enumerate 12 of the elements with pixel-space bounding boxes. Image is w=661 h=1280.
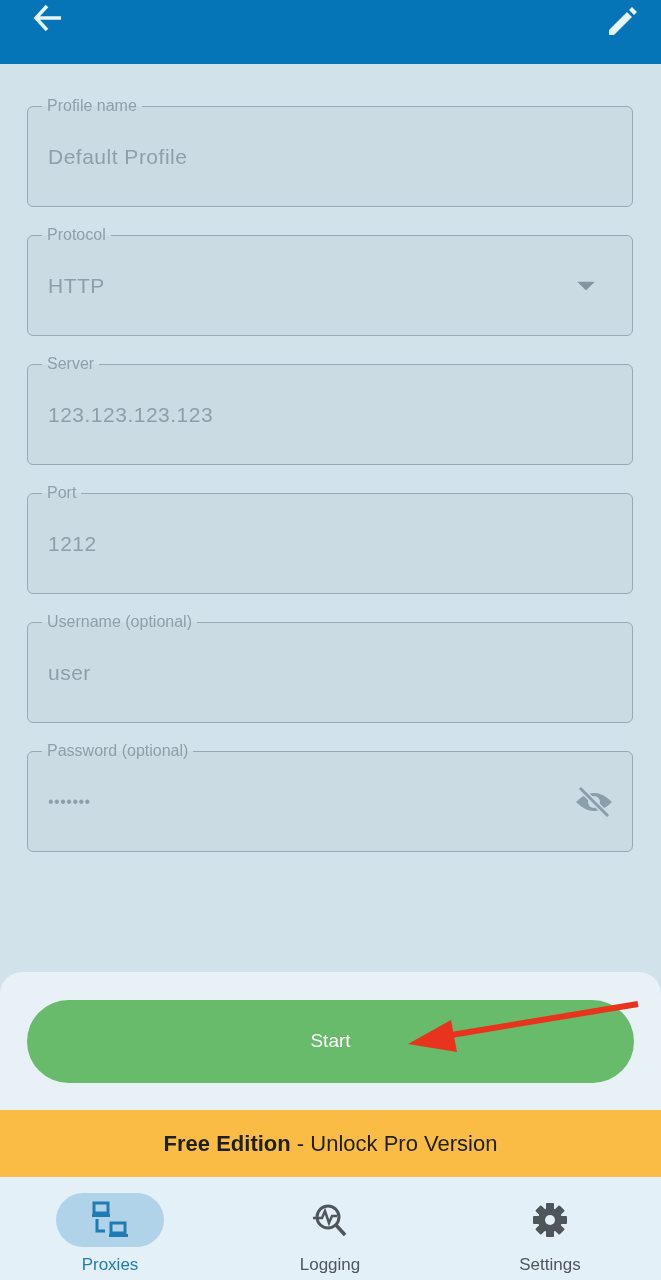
start-button[interactable]: Start [27,1000,634,1083]
activity-search-icon [312,1202,348,1238]
nav-label[interactable]: Settings [519,1252,581,1278]
dropdown-caret-icon [577,281,595,290]
field-label: Username (optional) [42,613,197,631]
nav-tab[interactable] [56,1193,164,1247]
field-label: Password (optional) [42,742,194,760]
nav-label[interactable]: Proxies [81,1252,139,1278]
back-icon[interactable] [33,4,63,32]
network-computers-icon [92,1201,128,1239]
nav-label[interactable]: Logging [299,1252,361,1278]
settings-icon [532,1202,568,1238]
